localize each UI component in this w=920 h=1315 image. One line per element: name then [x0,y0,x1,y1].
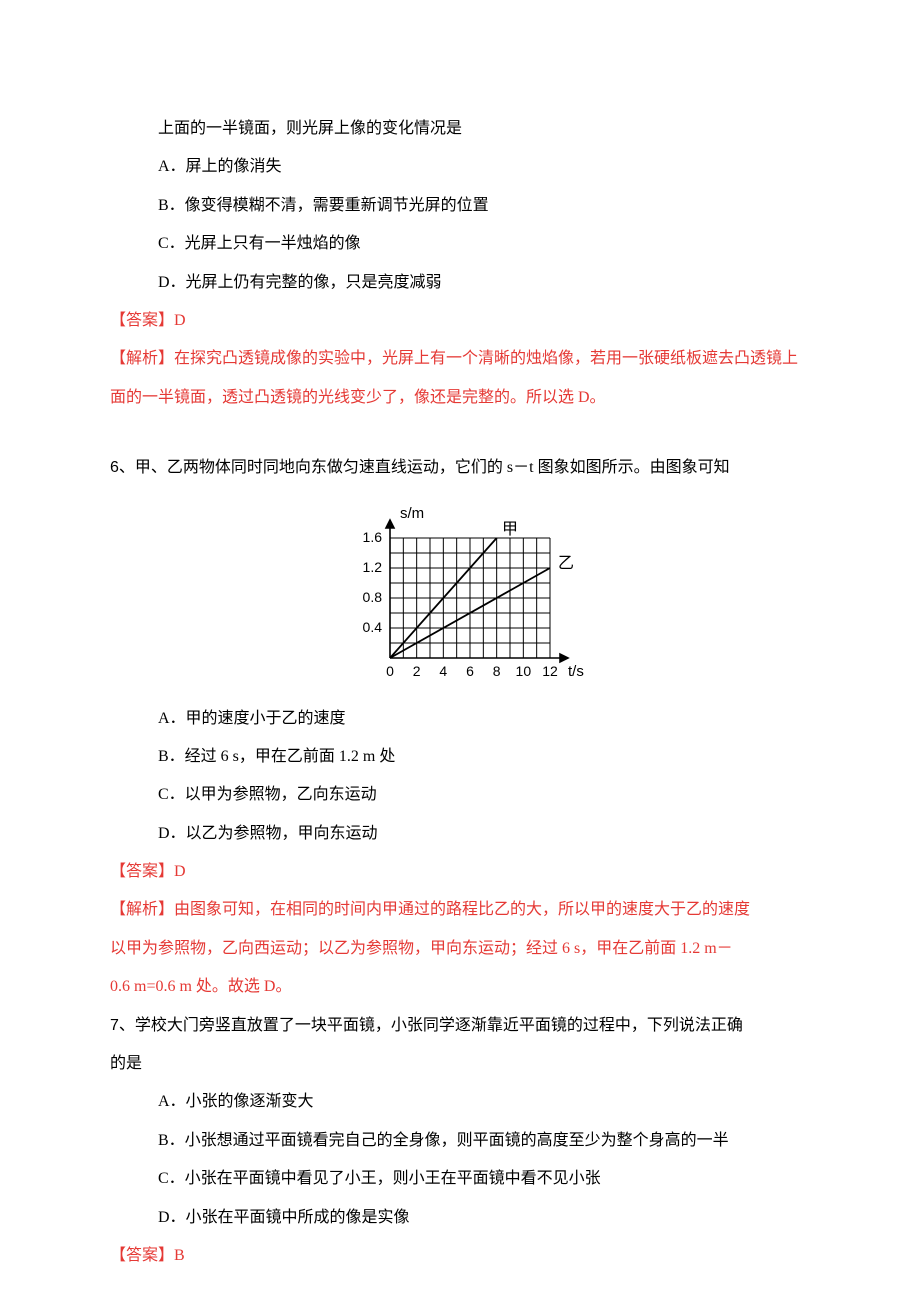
q7-stem-text1: 学校大门旁竖直放置了一块平面镜，小张同学逐渐靠近平面镜的过程中，下列说法正确 [135,1017,743,1034]
q7-option-c: C．小张在平面镜中看见了小王，则小王在平面镜中看不见小张 [110,1160,810,1198]
q6-answer-value: D [174,863,186,880]
q6-answer: 【答案】D [110,853,810,891]
st-graph: 0.4 0.8 1.2 1.6 0 2 4 6 8 10 12 s/m t/s … [330,498,590,688]
y-tick-16: 1.6 [363,529,383,545]
q5-analysis-text: 在探究凸透镜成像的实验中，光屏上有一个清晰的烛焰像，若用一张硬纸板遮去凸透镜上面… [110,350,798,405]
q5-analysis: 【解析】在探究凸透镜成像的实验中，光屏上有一个清晰的烛焰像，若用一张硬纸板遮去凸… [110,340,810,417]
axes [386,520,568,662]
y-ticks: 0.4 0.8 1.2 1.6 [363,529,383,635]
spacer [110,417,810,449]
answer-label: 【答案】 [110,312,174,329]
q7-answer-value: B [174,1247,185,1264]
q6-analysis-line1: 【解析】由图象可知，在相同的时间内甲通过的路程比乙的大，所以甲的速度大于乙的速度 [110,891,810,929]
q5-option-a: A．屏上的像消失 [110,148,810,186]
x-tick-0: 0 [386,663,394,679]
q7-option-d: D．小张在平面镜中所成的像是实像 [110,1199,810,1237]
q5-answer-value: D [174,312,186,329]
label-yi: 乙 [558,555,574,572]
q6-option-b: B．经过 6 s，甲在乙前面 1.2 m 处 [110,738,810,776]
q6-analysis-line3: 0.6 m=0.6 m 处。故选 D。 [110,968,810,1006]
y-tick-08: 0.8 [363,589,383,605]
label-jia: 甲 [502,521,518,538]
q7-number: 7、 [110,1017,135,1034]
grid [390,538,550,658]
q6-stem-text: 甲、乙两物体同时同地向东做匀速直线运动，它们的 s－t 图象如图所示。由图象可知 [135,459,730,476]
x-axis-label: t/s [568,663,584,680]
q6-analysis-line2: 以甲为参照物，乙向西运动；以乙为参照物，甲向东运动；经过 6 s，甲在乙前面 1… [110,930,810,968]
q5-stem-tail: 上面的一半镜面，则光屏上像的变化情况是 [110,110,810,148]
y-axis-label: s/m [400,505,424,522]
q7-option-b: B．小张想通过平面镜看完自己的全身像，则平面镜的高度至少为整个身高的一半 [110,1122,810,1160]
x-tick-2: 2 [413,663,421,679]
q5-option-d: D．光屏上仍有完整的像，只是亮度减弱 [110,264,810,302]
q7-stem-line1: 7、学校大门旁竖直放置了一块平面镜，小张同学逐渐靠近平面镜的过程中，下列说法正确 [110,1007,810,1045]
q6-stem: 6、甲、乙两物体同时同地向东做匀速直线运动，它们的 s－t 图象如图所示。由图象… [110,449,810,487]
x-ticks: 0 2 4 6 8 10 12 [386,663,558,679]
q6-chart: 0.4 0.8 1.2 1.6 0 2 4 6 8 10 12 s/m t/s … [110,498,810,688]
y-tick-04: 0.4 [363,619,383,635]
y-tick-12: 1.2 [363,559,383,575]
q6-option-a: A．甲的速度小于乙的速度 [110,700,810,738]
x-tick-8: 8 [493,663,501,679]
q5-answer: 【答案】D [110,302,810,340]
x-tick-12: 12 [542,663,558,679]
q7-answer: 【答案】B [110,1237,810,1275]
answer-label: 【答案】 [110,863,174,880]
q5-option-b: B．像变得模糊不清，需要重新调节光屏的位置 [110,187,810,225]
answer-label: 【答案】 [110,1247,174,1264]
q7-stem-line2: 的是 [110,1045,810,1083]
q7-option-a: A．小张的像逐渐变大 [110,1083,810,1121]
q6-number: 6、 [110,459,135,476]
x-tick-10: 10 [516,663,532,679]
q6-option-d: D．以乙为参照物，甲向东运动 [110,815,810,853]
x-tick-6: 6 [466,663,474,679]
q6-analysis-text1: 由图象可知，在相同的时间内甲通过的路程比乙的大，所以甲的速度大于乙的速度 [174,901,750,918]
q6-option-c: C．以甲为参照物，乙向东运动 [110,776,810,814]
q5-option-c: C．光屏上只有一半烛焰的像 [110,225,810,263]
x-tick-4: 4 [439,663,447,679]
analysis-label: 【解析】 [110,350,174,367]
analysis-label: 【解析】 [110,901,174,918]
